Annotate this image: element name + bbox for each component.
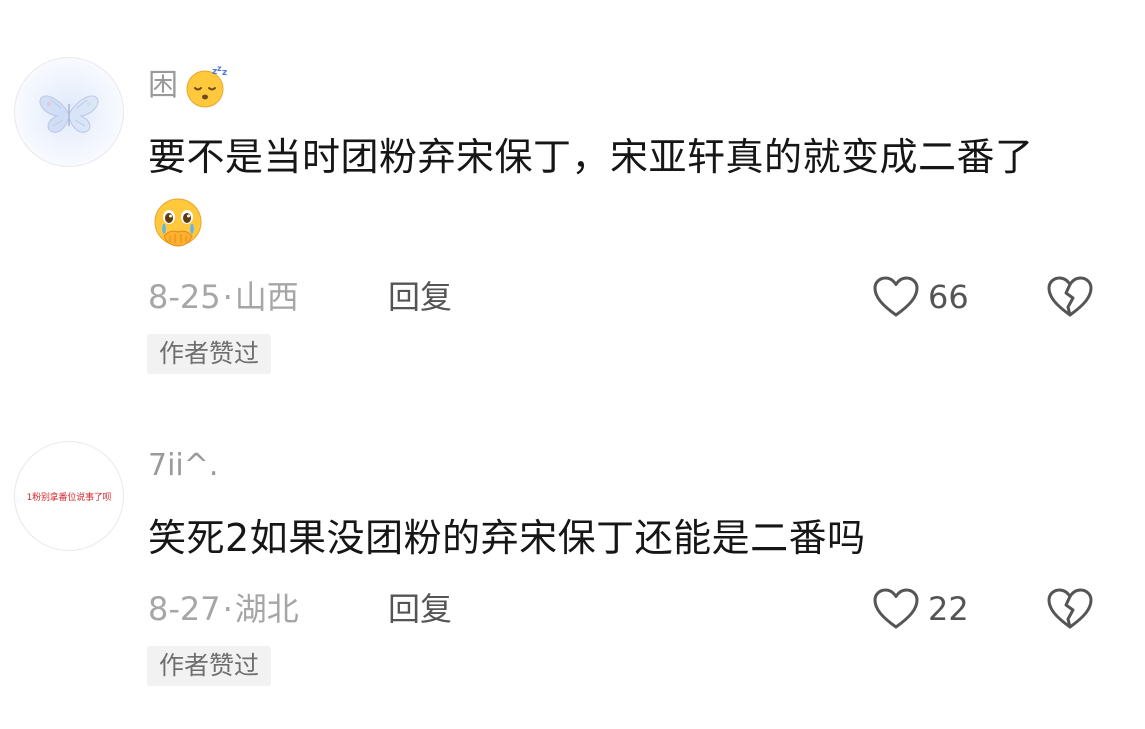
username[interactable]: 困 z z z: [148, 63, 230, 109]
comment-meta: 8-25 · 山西: [148, 275, 299, 319]
reply-button[interactable]: 回复: [388, 275, 452, 319]
comment-text-content: 要不是当时团粉弃宋保丁，宋亚轩真的就变成二番了: [148, 135, 1034, 179]
comment-location: 湖北: [234, 590, 299, 628]
comment-meta: 8-27 · 湖北: [148, 587, 299, 631]
reply-button[interactable]: 回复: [388, 587, 452, 631]
avatar[interactable]: 1粉别拿番位说事了呗: [14, 441, 124, 551]
heart-outline-icon: [873, 276, 919, 317]
comment-location: 山西: [234, 278, 299, 316]
comment-date: 8-25: [148, 278, 221, 316]
comment-date: 8-27: [148, 590, 221, 628]
comment-text: 笑死2如果没团粉的弃宋保丁还能是二番吗: [148, 506, 1088, 570]
butterfly-icon: [39, 95, 99, 133]
like-button[interactable]: 66: [872, 275, 969, 319]
avatar[interactable]: [14, 57, 124, 167]
like-count: 66: [928, 278, 969, 316]
svg-text:z: z: [222, 68, 227, 78]
username-text: 7ii^.: [148, 448, 219, 483]
comment-text-content: 笑死2如果没团粉的弃宋保丁还能是二番吗: [148, 516, 866, 560]
author-liked-badge: 作者赞过: [147, 334, 272, 374]
avatar-text: 1粉别拿番位说事了呗: [26, 492, 112, 503]
broken-heart-icon: [1047, 276, 1093, 317]
sleeping-face-emoji-icon: z z z: [186, 64, 227, 108]
username-text: 困: [148, 68, 178, 103]
heart-outline-icon: [873, 588, 919, 629]
dislike-button[interactable]: [1046, 275, 1094, 319]
comment-text: 要不是当时团粉弃宋保丁，宋亚轩真的就变成二番了: [148, 125, 1088, 254]
dislike-button[interactable]: [1046, 587, 1094, 631]
broken-heart-icon: [1047, 588, 1093, 629]
meta-separator: ·: [222, 278, 233, 316]
like-button[interactable]: 22: [872, 587, 969, 631]
author-liked-badge: 作者赞过: [147, 646, 272, 686]
meta-separator: ·: [222, 590, 233, 628]
like-count: 22: [928, 590, 969, 628]
username[interactable]: 7ii^.: [148, 446, 218, 486]
crying-face-emoji-icon: [154, 198, 202, 247]
